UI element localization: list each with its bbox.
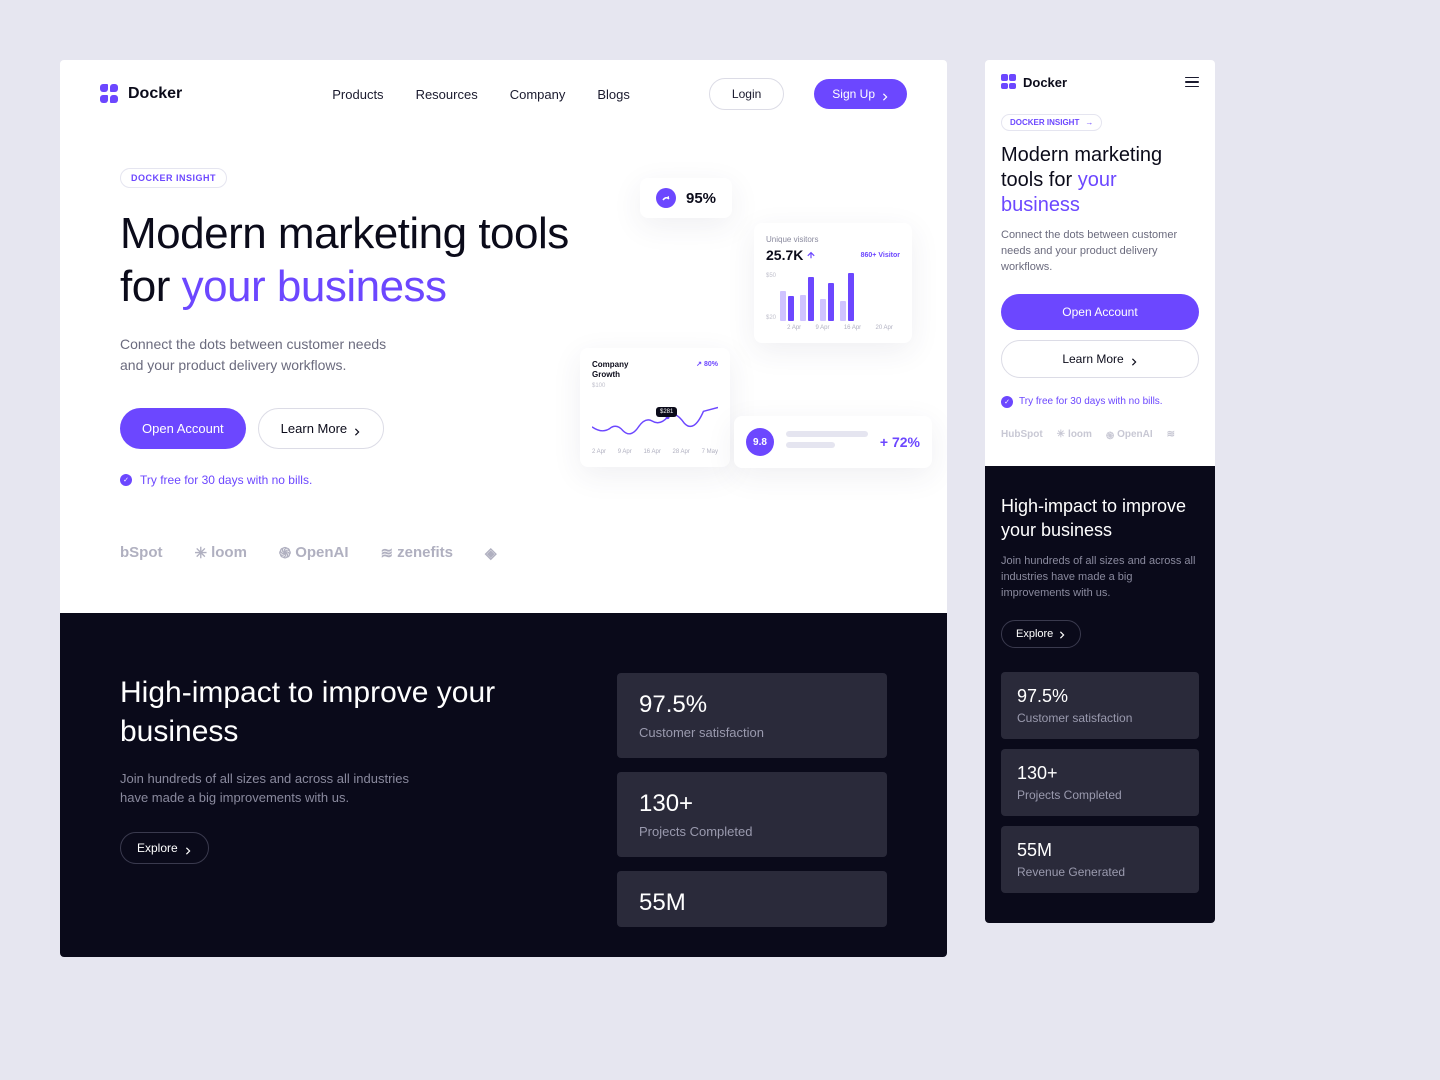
growth-pct: ↗ 80% — [696, 360, 718, 379]
stat-card: 97.5% Customer satisfaction — [617, 673, 887, 758]
explore-button[interactable]: Explore — [1001, 620, 1081, 648]
skeleton-lines — [786, 431, 868, 453]
chevron-right-icon — [184, 844, 192, 852]
login-button[interactable]: Login — [709, 78, 784, 110]
main-nav: Products Resources Company Blogs — [332, 87, 630, 102]
mobile-viewport: Docker DOCKER INSIGHT → Modern marketing… — [985, 60, 1215, 923]
nav-blogs[interactable]: Blogs — [597, 87, 630, 102]
hero-title: Modern marketing tools for your business — [120, 208, 580, 314]
stat-card: 55M — [617, 871, 887, 927]
stat-cards: 97.5% Customer satisfaction 130+ Project… — [617, 673, 887, 927]
logo-icon — [1001, 74, 1017, 90]
stat-value: 97.5% — [1017, 686, 1183, 707]
open-account-button[interactable]: Open Account — [120, 408, 246, 449]
dark-subtitle: Join hundreds of all sizes and across al… — [120, 769, 430, 808]
mobile-hero: DOCKER INSIGHT → Modern marketing tools … — [985, 104, 1215, 466]
logo[interactable]: Docker — [1001, 74, 1067, 90]
nav-company[interactable]: Company — [510, 87, 566, 102]
visitors-side: 860+ Visitor — [861, 252, 900, 259]
partner-logo: ✳ loom — [195, 544, 247, 562]
line-chart: $281 — [592, 399, 718, 445]
partner-logo: ≋ zenefits — [381, 544, 453, 562]
brand-name: Docker — [1023, 75, 1067, 90]
open-account-button[interactable]: Open Account — [1001, 294, 1199, 330]
nav-products[interactable]: Products — [332, 87, 383, 102]
stat-value: 55M — [639, 889, 865, 917]
stat-card: 55M Revenue Generated — [1001, 826, 1199, 893]
partner-logos: bSpot ✳ loom ֍ OpenAI ≋ zenefits ◈ — [120, 543, 580, 563]
stat-value: 130+ — [639, 790, 865, 818]
partner-logo: HubSpot — [1001, 429, 1043, 440]
dark-title: High-impact to improve your business — [1001, 494, 1199, 543]
card-cluster: 95% Unique visitors 25.7K 860+ Visitor $… — [580, 168, 947, 563]
stat-label: Projects Completed — [639, 824, 865, 839]
nav-resources[interactable]: Resources — [416, 87, 478, 102]
hero-subtitle: Connect the dots between customer needs … — [1001, 228, 1199, 276]
visitors-card: Unique visitors 25.7K 860+ Visitor $50 $… — [754, 223, 912, 343]
chevron-right-icon — [1058, 630, 1066, 638]
stat-label: Projects Completed — [1017, 788, 1183, 802]
chart-tooltip: $281 — [656, 407, 677, 417]
stat-card: 130+ Projects Completed — [617, 772, 887, 857]
trial-note: ✓ Try free for 30 days with no bills. — [120, 473, 580, 487]
header: Docker Products Resources Company Blogs … — [60, 60, 947, 128]
hamburger-icon[interactable] — [1185, 77, 1199, 88]
partner-logos: HubSpot ✳loom ֍OpenAI ≋ — [1001, 428, 1199, 442]
stat-label: Revenue Generated — [1017, 865, 1183, 879]
card-label: Unique visitors — [766, 235, 900, 244]
partner-logo: ◈ — [485, 544, 497, 562]
percent-card: 95% — [640, 178, 732, 218]
insight-pill: DOCKER INSIGHT → — [1001, 114, 1102, 131]
hero-title: Modern marketing tools for your business — [1001, 143, 1199, 218]
stat-card: 130+ Projects Completed — [1001, 749, 1199, 816]
brand-name: Docker — [128, 85, 182, 103]
dark-title: High-impact to improve your business — [120, 673, 557, 751]
partner-logo: ֍ OpenAI — [279, 543, 349, 563]
growth-card: Company Growth ↗ 80% $100 $281 2 Apr9 Ap… — [580, 348, 730, 467]
visitors-value: 25.7K — [766, 247, 815, 263]
chevron-right-icon — [353, 424, 361, 432]
arrow-up-icon — [656, 188, 676, 208]
chevron-right-icon — [881, 90, 889, 98]
logo[interactable]: Docker — [100, 84, 182, 104]
logo-icon — [100, 84, 120, 104]
stat-label: Customer satisfaction — [1017, 711, 1183, 725]
mobile-header: Docker — [985, 60, 1215, 104]
partner-logo: ֍OpenAI — [1106, 428, 1153, 442]
trial-note: ✓ Try free for 30 days with no bills. — [1001, 396, 1199, 408]
learn-more-button[interactable]: Learn More — [1001, 340, 1199, 378]
percent-value: 95% — [686, 190, 716, 207]
growth-title: Company Growth — [592, 360, 652, 379]
learn-more-button[interactable]: Learn More — [258, 408, 384, 449]
check-icon: ✓ — [120, 474, 132, 486]
dark-subtitle: Join hundreds of all sizes and across al… — [1001, 554, 1199, 602]
signup-button[interactable]: Sign Up — [814, 79, 907, 109]
check-icon: ✓ — [1001, 396, 1013, 408]
desktop-viewport: Docker Products Resources Company Blogs … — [60, 60, 947, 957]
partner-logo: ≋ — [1167, 429, 1175, 440]
partner-logo: bSpot — [120, 544, 163, 561]
explore-button[interactable]: Explore — [120, 832, 209, 864]
score-card: 9.8 + 72% — [734, 416, 932, 468]
stat-value: 55M — [1017, 840, 1183, 861]
score-value: 9.8 — [746, 428, 774, 456]
stat-card: 97.5% Customer satisfaction — [1001, 672, 1199, 739]
arrow-right-icon: → — [1085, 118, 1093, 127]
stat-label: Customer satisfaction — [639, 725, 865, 740]
hero-section: DOCKER INSIGHT Modern marketing tools fo… — [60, 128, 947, 613]
stat-value: 130+ — [1017, 763, 1183, 784]
insight-pill: DOCKER INSIGHT — [120, 168, 227, 188]
mobile-dark-section: High-impact to improve your business Joi… — [985, 466, 1215, 923]
hero-subtitle: Connect the dots between customer needs … — [120, 334, 400, 376]
dark-section: High-impact to improve your business Joi… — [60, 613, 947, 957]
score-delta: + 72% — [880, 434, 920, 450]
stat-value: 97.5% — [639, 691, 865, 719]
partner-logo: ✳loom — [1057, 429, 1092, 440]
bar-chart: $50 $20 — [766, 273, 900, 321]
chevron-right-icon — [1130, 355, 1138, 363]
